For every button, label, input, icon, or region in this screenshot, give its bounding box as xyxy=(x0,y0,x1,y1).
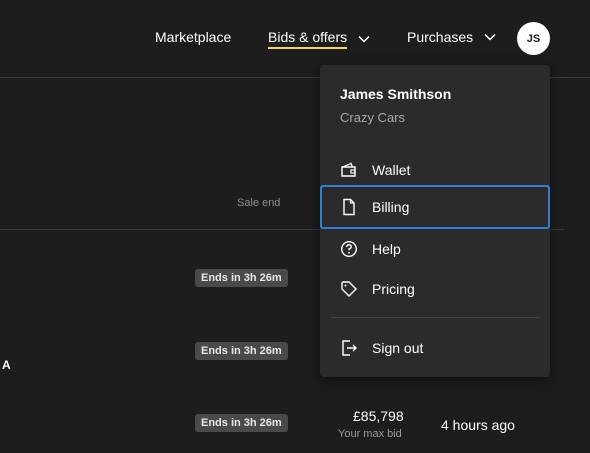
menu-item-help[interactable]: Help xyxy=(320,227,550,271)
app-frame: Marketplace Bids & offers Purchases JS S… xyxy=(0,0,590,453)
wallet-icon xyxy=(341,162,356,177)
status-badge: Ends in 3h 26m xyxy=(195,269,288,287)
nav-marketplace[interactable]: Marketplace xyxy=(155,29,231,45)
nav-purchases-label: Purchases xyxy=(407,29,474,45)
bid-price-caption: Your max bid xyxy=(338,428,402,440)
help-circle-icon xyxy=(340,240,358,258)
nav-marketplace-label: Marketplace xyxy=(155,29,232,45)
menu-item-label: Pricing xyxy=(372,281,415,297)
chevron-down-icon xyxy=(358,35,370,43)
column-header-sale-end[interactable]: Sale end xyxy=(237,197,280,209)
row-label-fragment: A xyxy=(2,358,11,372)
menu-item-label: Billing xyxy=(372,199,410,215)
menu-item-pricing[interactable]: Pricing xyxy=(320,267,550,311)
status-badge: Ends in 3h 26m xyxy=(195,414,288,432)
menu-divider xyxy=(331,317,539,318)
sign-out-icon xyxy=(342,340,357,356)
account-dropdown-menu: James Smithson Crazy Cars Wallet Billing xyxy=(320,65,550,377)
chevron-down-icon xyxy=(484,33,496,41)
menu-item-billing[interactable]: Billing xyxy=(320,185,550,229)
avatar[interactable]: JS xyxy=(517,22,550,55)
menu-item-label: Wallet xyxy=(372,162,411,178)
nav-purchases[interactable]: Purchases xyxy=(407,29,497,45)
bid-price: £85,798 xyxy=(353,408,404,424)
nav-bids-label: Bids & offers xyxy=(268,29,348,49)
bid-time-ago: 4 hours ago xyxy=(441,417,515,433)
document-icon xyxy=(343,198,355,216)
user-company: Crazy Cars xyxy=(340,110,406,125)
price-tag-icon xyxy=(341,281,357,297)
user-name: James Smithson xyxy=(340,86,452,102)
menu-item-label: Help xyxy=(372,241,401,257)
menu-item-sign-out[interactable]: Sign out xyxy=(320,326,550,370)
menu-item-label: Sign out xyxy=(372,340,424,356)
status-badge: Ends in 3h 26m xyxy=(195,342,288,360)
nav-bids-offers[interactable]: Bids & offers xyxy=(268,29,371,49)
